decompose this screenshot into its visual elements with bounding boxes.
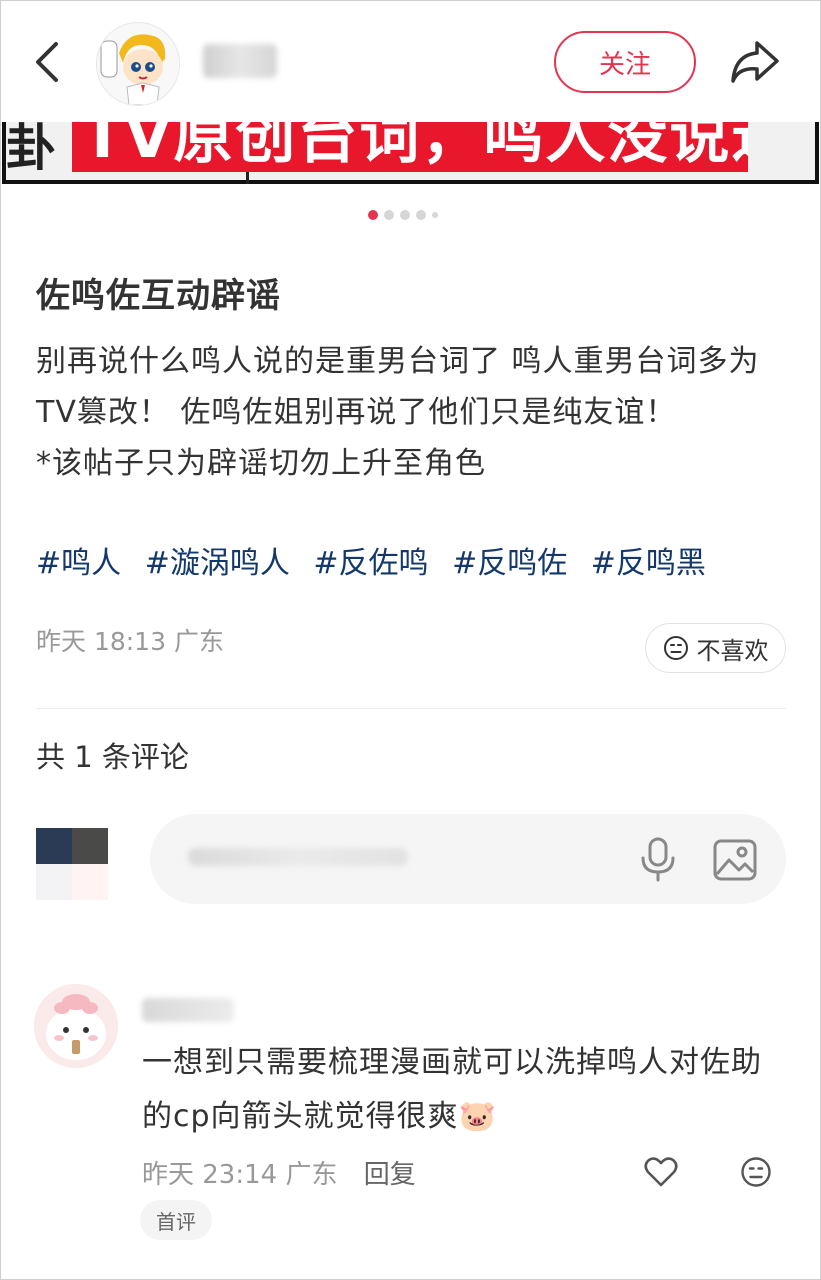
banner-caption: TV原创台词，鸣人没说过 (82, 122, 748, 172)
current-user-avatar[interactable] (36, 828, 108, 900)
carousel-dot (384, 210, 394, 220)
cartoon-girl-avatar-icon (97, 23, 179, 105)
author-name-blurred[interactable] (203, 44, 277, 78)
commenter-avatar[interactable] (34, 984, 118, 1068)
tag-link[interactable]: #反鸣黑 (591, 546, 706, 581)
post-meta: 昨天 18:13 广东 (36, 622, 224, 658)
post-body-line: 别再说什么鸣人说的是重男台词了 鸣人重男台词多为TV篡改！ 佐鸣佐姐别再说了他们… (36, 344, 760, 430)
comment-location: 广东 (285, 1160, 338, 1190)
carousel-dot (432, 212, 438, 218)
meh-face-icon[interactable] (740, 1156, 772, 1188)
post-title: 佐鸣佐互动辟谣 (36, 276, 281, 316)
back-arrow-icon[interactable] (30, 38, 70, 86)
section-divider (36, 708, 786, 709)
reply-button[interactable]: 回复 (364, 1160, 416, 1190)
comment-text: 一想到只需要梳理漫画就可以洗掉鸣人对佐助的cp向箭头就觉得很爽🐷 (142, 1036, 792, 1144)
post-body: 别再说什么鸣人说的是重男台词了 鸣人重男台词多为TV篡改！ 佐鸣佐姐别再说了他们… (36, 336, 796, 489)
input-placeholder-blurred (188, 848, 408, 866)
first-comment-badge: 首评 (140, 1200, 212, 1240)
comment-body: 一想到只需要梳理漫画就可以洗掉鸣人对佐助的cp向箭头就觉得很爽 (142, 1045, 762, 1134)
carousel-dot-active (368, 210, 378, 220)
carousel-indicator (368, 208, 438, 222)
image-banner[interactable]: 卦 TV原创台词，鸣人没说过 (0, 122, 821, 188)
carousel-dot (416, 210, 426, 220)
avatar-tile (72, 864, 108, 900)
post-tags: #鸣人 #漩涡鸣人 #反佐鸣 #反鸣佐 #反鸣黑 (36, 538, 720, 582)
image-icon[interactable] (712, 838, 758, 882)
banner-left-text: 卦 (6, 122, 56, 177)
dislike-button[interactable]: 不喜欢 (645, 623, 786, 673)
tag-link[interactable]: #反佐鸣 (313, 546, 428, 581)
tag-link[interactable]: #漩涡鸣人 (145, 546, 290, 581)
tag-link[interactable]: #反鸣佐 (452, 546, 567, 581)
comment-count: 共 1 条评论 (36, 740, 189, 774)
share-icon[interactable] (727, 37, 783, 87)
follow-button[interactable]: 关注 (554, 31, 696, 93)
heart-icon[interactable] (644, 1156, 678, 1188)
post-body-line: *该帖子只为辟谣切勿上升至角色 (36, 446, 486, 481)
carousel-dot (400, 210, 410, 220)
comment-time: 昨天 23:14 (142, 1160, 278, 1190)
pink-character-avatar-icon (34, 984, 118, 1068)
post-location: 广东 (173, 627, 224, 656)
post-time: 昨天 18:13 (36, 627, 166, 656)
commenter-name-blurred[interactable] (142, 998, 234, 1022)
author-avatar[interactable] (96, 22, 180, 106)
top-bar: 关注 (0, 0, 821, 122)
avatar-tile (72, 828, 108, 864)
dislike-label: 不喜欢 (696, 636, 769, 665)
microphone-icon[interactable] (638, 836, 678, 882)
avatar-tile (36, 864, 72, 900)
meh-face-icon (663, 636, 688, 660)
comment-input[interactable] (150, 814, 786, 904)
avatar-tile (36, 828, 72, 864)
comment-meta: 昨天 23:14 广东 回复 (142, 1154, 416, 1191)
pig-emoji-icon: 🐷 (458, 1099, 497, 1134)
tag-link[interactable]: #鸣人 (36, 546, 121, 581)
